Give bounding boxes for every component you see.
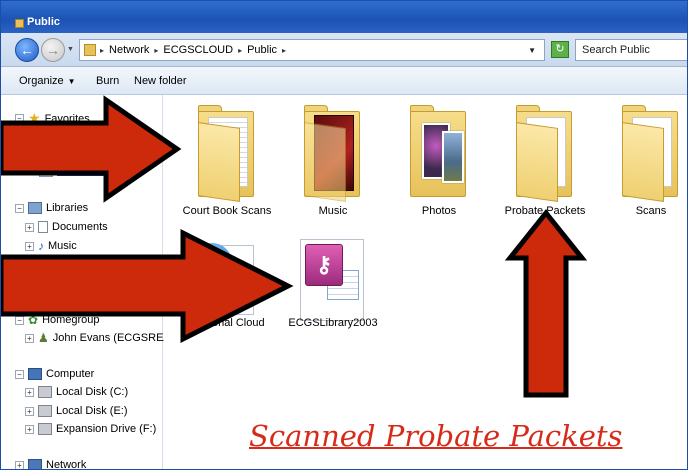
nav-disk-e-label: Local Disk (E:): [56, 405, 128, 417]
music-icon: ♪: [38, 239, 44, 253]
nav-network-label: Network: [46, 459, 87, 470]
access-database-icon: ⚷: [300, 239, 364, 321]
explorer-window: Public ← → ▼ ▸ Network ▸ ECGSCLOUD ▸ Pub…: [0, 0, 688, 470]
nav-favorites-label: Favorites: [44, 112, 90, 125]
address-field[interactable]: ▸ Network ▸ ECGSCLOUD ▸ Public ▸ ▼: [79, 39, 545, 61]
breadcrumb-network[interactable]: Network: [109, 44, 149, 56]
item-scans[interactable]: Scans: [598, 101, 687, 221]
nav-homegroup-label: Homegroup: [42, 314, 100, 326]
nav-recent-label: Recent Places: [57, 165, 128, 177]
nav-libraries[interactable]: − Libraries: [15, 202, 88, 214]
homegroup-icon: ✿: [28, 313, 39, 327]
collapse-icon[interactable]: −: [15, 369, 24, 379]
expand-icon[interactable]: +: [15, 460, 24, 469]
expand-icon[interactable]: +: [25, 406, 34, 416]
window-title: Public: [27, 16, 61, 28]
nav-disk-e[interactable]: + Local Disk (E:): [25, 405, 128, 417]
item-label: Personal Cloud: [189, 317, 265, 329]
organize-button[interactable]: Organize ▼: [19, 75, 76, 87]
file-list: Court Book Scans Music Photos Probate Pa…: [164, 95, 687, 469]
burn-button[interactable]: Burn: [96, 75, 119, 87]
expand-icon[interactable]: +: [25, 333, 34, 343]
nav-network[interactable]: + Network: [15, 459, 87, 470]
location-icon: [84, 44, 96, 56]
nav-favorites[interactable]: − ★ Favorites: [15, 110, 90, 127]
organize-label: Organize: [19, 75, 64, 87]
network-icon: [28, 459, 42, 469]
expand-icon[interactable]: +: [25, 241, 34, 251]
nav-music-label: Music: [48, 240, 77, 252]
address-bar: ← → ▼ ▸ Network ▸ ECGSCLOUD ▸ Public ▸ ▼…: [1, 33, 687, 67]
item-court-book-scans[interactable]: Court Book Scans: [174, 101, 280, 221]
forward-button[interactable]: →: [41, 38, 65, 62]
address-dropdown[interactable]: ▼: [528, 46, 536, 55]
item-label: Scans: [635, 205, 667, 217]
refresh-button[interactable]: ↻: [551, 41, 569, 58]
item-photos[interactable]: Photos: [386, 101, 492, 221]
nav-homegroup[interactable]: − ✿ Homegroup: [15, 313, 100, 327]
breadcrumb-public[interactable]: Public: [247, 44, 277, 56]
item-probate-packets[interactable]: Probate Packets: [492, 101, 598, 221]
item-personal-cloud[interactable]: Personal Cloud: [174, 213, 280, 333]
star-icon: ★: [28, 110, 41, 126]
nav-recent-places[interactable]: Recent Places: [39, 165, 128, 177]
folder-icon: [15, 19, 24, 28]
nav-user[interactable]: + ♟ John Evans (ECGSREA: [25, 331, 171, 345]
external-drive-icon: [38, 423, 52, 435]
item-music[interactable]: Music: [280, 101, 386, 221]
nav-libraries-label: Libraries: [46, 202, 89, 214]
disk-icon: [38, 386, 52, 398]
item-ecgslibrary2003[interactable]: ⚷ ECGSLibrary2003: [280, 213, 386, 333]
nav-disk-c[interactable]: + Local Disk (C:): [25, 386, 128, 398]
collapse-icon[interactable]: −: [15, 114, 24, 123]
expand-icon[interactable]: +: [25, 424, 34, 434]
nav-computer-label: Computer: [46, 368, 95, 380]
expand-icon[interactable]: +: [25, 222, 34, 232]
nav-documents[interactable]: + Documents: [25, 221, 108, 233]
disk-icon: [38, 405, 52, 417]
command-bar: Organize ▼ Burn New folder: [1, 67, 687, 95]
computer-icon: [28, 368, 42, 380]
nav-drive-f[interactable]: + Expansion Drive (F:): [25, 423, 156, 435]
chevron-down-icon: ▼: [67, 77, 76, 86]
collapse-icon[interactable]: −: [15, 203, 24, 213]
item-label: Probate Packets: [504, 205, 586, 217]
recent-places-icon: [39, 165, 53, 177]
collapse-icon[interactable]: −: [15, 315, 24, 325]
expand-icon[interactable]: +: [25, 387, 34, 397]
nav-documents-label: Documents: [52, 221, 108, 233]
breadcrumb-ecgscloud[interactable]: ECGSCLOUD: [163, 44, 233, 56]
nav-user-label: John Evans (ECGSREA: [52, 332, 171, 344]
back-button[interactable]: ←: [15, 38, 39, 62]
nav-music[interactable]: + ♪ Music: [25, 239, 77, 253]
search-input[interactable]: Search Public: [575, 39, 687, 61]
recent-pages-dropdown[interactable]: ▼: [67, 46, 74, 53]
nav-computer[interactable]: − Computer: [15, 368, 94, 380]
title-bar: Public: [1, 1, 687, 33]
item-label: Photos: [421, 205, 457, 217]
nav-disk-c-label: Local Disk (C:): [56, 386, 129, 398]
documents-icon: [38, 221, 48, 233]
new-folder-button[interactable]: New folder: [134, 75, 187, 87]
user-icon: ♟: [38, 331, 49, 345]
nav-drive-f-label: Expansion Drive (F:): [56, 423, 157, 435]
navigation-pane: − ★ Favorites Recent Places − Libraries …: [1, 95, 171, 470]
libraries-icon: [28, 202, 42, 214]
item-label: ECGSLibrary2003: [288, 317, 378, 329]
key-icon: ⚷: [305, 244, 343, 286]
annotation-caption: Scanned Probate Packets: [249, 419, 623, 453]
breadcrumb: ▸ Network ▸ ECGSCLOUD ▸ Public ▸: [100, 44, 287, 56]
